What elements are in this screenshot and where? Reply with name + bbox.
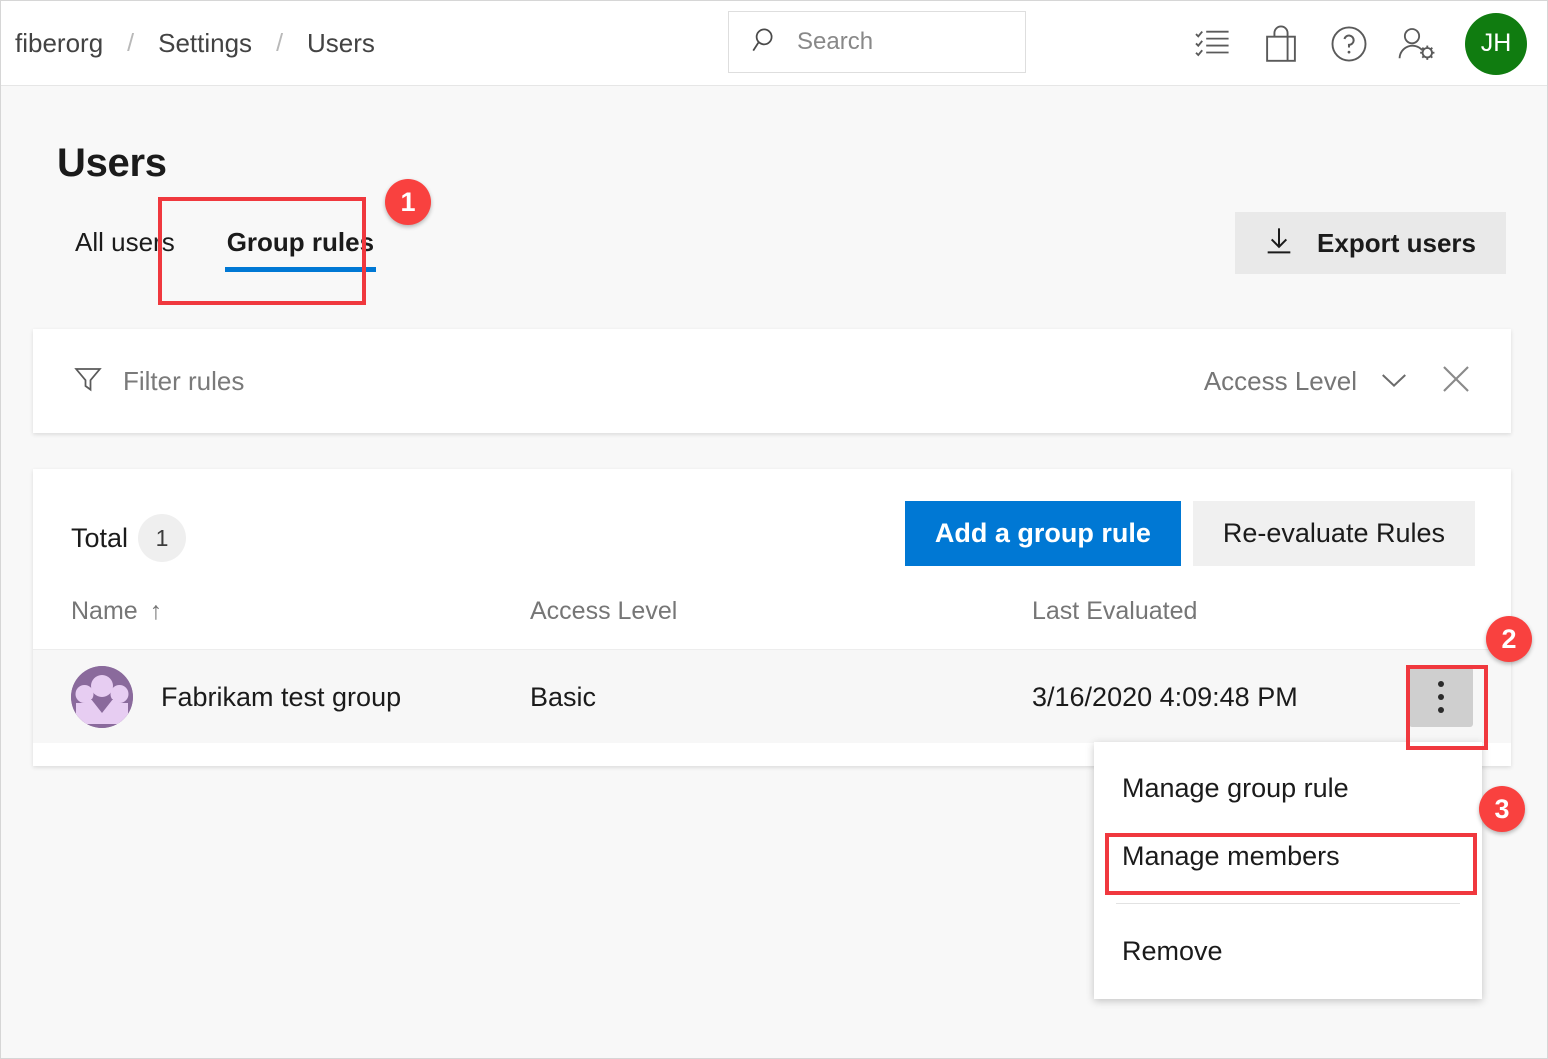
table-row[interactable]: Fabrikam test group Basic 3/16/2020 4:09…: [33, 649, 1511, 743]
annotation-badge-1: 1: [385, 179, 431, 225]
search-icon: [751, 25, 781, 60]
total-label: Total: [71, 522, 129, 553]
close-icon: [1439, 362, 1473, 401]
tab-group-rules-label: Group rules: [226, 227, 375, 257]
user-settings-icon[interactable]: [1383, 9, 1451, 79]
search-placeholder: Search: [797, 28, 874, 55]
breadcrumb-item-users[interactable]: Users: [285, 28, 397, 59]
more-actions-icon: [1438, 681, 1444, 713]
page-title: Users: [57, 141, 167, 185]
menu-item-manage-members[interactable]: Manage members: [1094, 822, 1482, 890]
group-avatar-icon: [71, 666, 133, 728]
menu-item-remove[interactable]: Remove: [1094, 917, 1482, 985]
breadcrumb-item-settings[interactable]: Settings: [136, 28, 274, 59]
search-input[interactable]: Search: [728, 11, 1026, 73]
tab-list: All users Group rules: [49, 219, 400, 278]
row-context-menu: Manage group rule Manage members Remove: [1094, 742, 1482, 999]
menu-item-manage-group-rule[interactable]: Manage group rule: [1094, 754, 1482, 822]
column-header-access-level-label: Access Level: [530, 597, 678, 625]
group-rules-table-card: Total 1 Add a group rule Re-evaluate Rul…: [33, 469, 1511, 766]
breadcrumb: fiberorg / Settings / Users: [1, 1, 397, 86]
avatar[interactable]: JH: [1465, 12, 1527, 75]
table-header-row: Name ↑ Access Level Last Evaluated: [33, 597, 1511, 649]
download-icon: [1263, 225, 1295, 262]
column-header-name[interactable]: Name ↑: [71, 597, 162, 626]
filter-funnel-icon: [73, 364, 103, 399]
task-list-icon[interactable]: [1179, 9, 1247, 79]
filter-bar: Filter rules Access Level: [33, 329, 1511, 433]
column-header-last-evaluated[interactable]: Last Evaluated: [1032, 597, 1197, 626]
breadcrumb-separator: /: [276, 29, 284, 57]
app-window: fiberorg / Settings / Users Search JH Us…: [0, 0, 1548, 1059]
export-users-button[interactable]: Export users: [1235, 212, 1506, 274]
menu-divider: [1116, 903, 1460, 904]
cell-last-evaluated: 3/16/2020 4:09:48 PM: [1032, 681, 1298, 712]
tab-group-rules[interactable]: Group rules: [201, 219, 400, 278]
help-question-icon[interactable]: [1315, 9, 1383, 79]
cell-name-text: Fabrikam test group: [161, 681, 402, 712]
total-count: Total 1: [71, 514, 187, 562]
export-users-label: Export users: [1317, 227, 1476, 258]
column-header-name-label: Name: [71, 597, 138, 625]
clear-filter-button[interactable]: [1437, 362, 1475, 400]
sort-ascending-icon: ↑: [149, 597, 163, 625]
cell-name: Fabrikam test group: [71, 650, 401, 744]
breadcrumb-separator: /: [127, 29, 135, 57]
tab-all-users-label: All users: [75, 227, 175, 257]
row-more-actions-button[interactable]: [1409, 667, 1473, 727]
access-level-label: Access Level: [1203, 365, 1357, 396]
cell-access-level: Basic: [530, 681, 597, 712]
re-evaluate-rules-button[interactable]: Re-evaluate Rules: [1192, 501, 1475, 566]
access-level-dropdown[interactable]: Access Level: [1204, 366, 1409, 397]
top-icon-group: JH: [1179, 1, 1533, 86]
column-header-access-level[interactable]: Access Level: [530, 597, 677, 626]
chevron-down-icon: [1379, 366, 1409, 397]
filter-rules-input[interactable]: Filter rules: [73, 364, 1204, 399]
breadcrumb-item-org[interactable]: fiberorg: [1, 28, 125, 59]
table-action-buttons: Add a group rule Re-evaluate Rules: [904, 501, 1475, 566]
annotation-badge-2: 2: [1486, 616, 1532, 662]
column-header-last-evaluated-label: Last Evaluated: [1032, 597, 1198, 625]
total-count-badge: 1: [138, 514, 187, 562]
filter-rules-placeholder: Filter rules: [123, 365, 245, 396]
add-group-rule-button[interactable]: Add a group rule: [904, 501, 1181, 566]
tab-all-users[interactable]: All users: [49, 219, 201, 278]
annotation-badge-3: 3: [1479, 786, 1525, 832]
avatar-initials: JH: [1480, 29, 1512, 57]
table-toolbar: Total 1 Add a group rule Re-evaluate Rul…: [33, 469, 1511, 597]
marketplace-bag-icon[interactable]: [1247, 9, 1315, 79]
top-navigation-bar: fiberorg / Settings / Users Search JH: [1, 1, 1547, 86]
